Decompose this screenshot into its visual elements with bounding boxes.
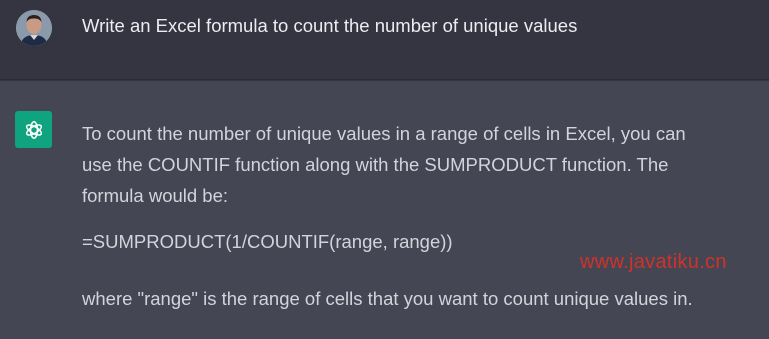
chatgpt-logo-icon <box>15 111 52 148</box>
user-message-text: Write an Excel formula to count the numb… <box>82 15 578 36</box>
user-message-row: Write an Excel formula to count the numb… <box>0 0 769 80</box>
intro-line-3: formula would be: <box>82 185 229 206</box>
user-avatar-icon <box>16 10 52 46</box>
intro-line-1: To count the number of unique values in … <box>82 123 686 144</box>
intro-line-2: use the COUNTIF function along with the … <box>82 154 669 175</box>
user-avatar <box>16 10 52 46</box>
assistant-message-row: To count the number of unique values in … <box>0 81 769 339</box>
explanation-text: where "range" is the range of cells that… <box>82 288 693 309</box>
intro-paragraph: To count the number of unique values in … <box>82 118 769 211</box>
watermark-text: www.javatiku.cn <box>580 251 727 273</box>
assistant-message-body: To count the number of unique values in … <box>82 118 769 314</box>
